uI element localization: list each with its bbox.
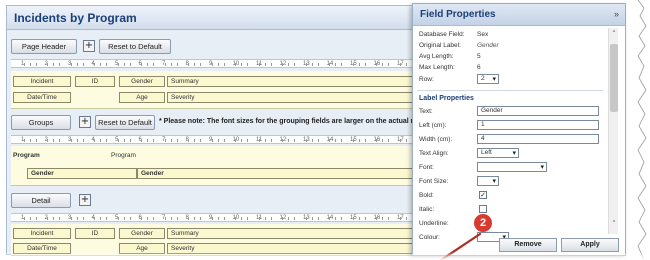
screenshot-canvas: Incidents by Program Page Header + Reset… — [0, 0, 650, 260]
torn-edge-icon — [637, 0, 650, 260]
arrow-icon — [439, 232, 482, 260]
bottom-fade — [0, 252, 650, 260]
